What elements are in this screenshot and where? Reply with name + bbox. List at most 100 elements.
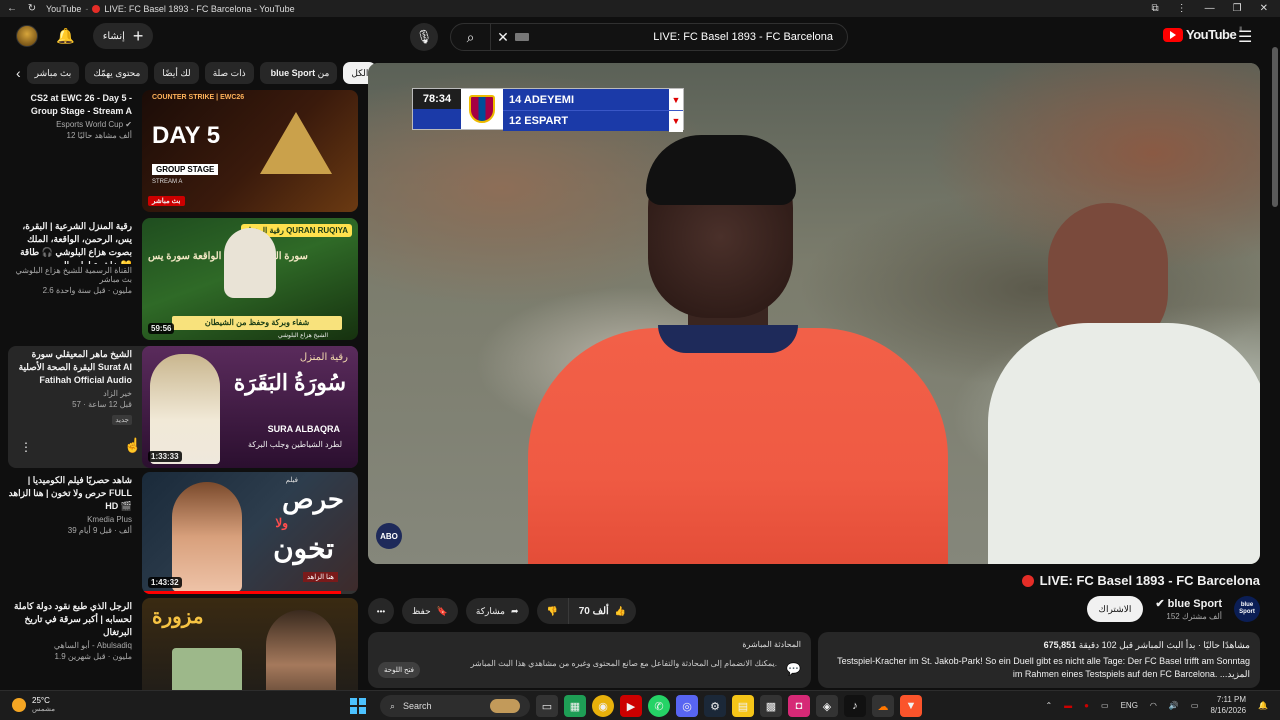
page-scrollbar[interactable] bbox=[1272, 47, 1278, 207]
account-avatar[interactable] bbox=[16, 25, 38, 47]
weather-widget[interactable]: 25°C مشمس bbox=[12, 696, 55, 713]
channel-row: الاشتراك ✔ blue Sport 152 ألف مشترك blue… bbox=[1086, 596, 1260, 622]
dislike-button[interactable]: 👎 bbox=[537, 598, 568, 624]
share-button[interactable]: مشاركة ➦ bbox=[465, 598, 529, 624]
youtube-header: 🔔 إنشاء + 🎙 ⌕ ✕ YouTube IL ☰ bbox=[0, 17, 1280, 57]
plus-icon: + bbox=[132, 26, 144, 46]
description-box[interactable]: 675,851 مشاهدًا حاليًا · بدأ البث المباش… bbox=[818, 632, 1260, 688]
restore-icon[interactable]: ❐ bbox=[1233, 3, 1242, 14]
substitution-in: 14 ADEYEMI bbox=[509, 93, 575, 106]
description-text: Testspiel-Kracher im St. Jakob-Park! So … bbox=[837, 656, 1250, 666]
create-button[interactable]: إنشاء + bbox=[92, 23, 154, 49]
list-item[interactable]: الشيخ ماهر المعيقلي سورة البقرة الصحة ال… bbox=[8, 346, 358, 468]
like-button[interactable]: 70 ألف 👍 bbox=[567, 598, 636, 624]
clear-search-icon[interactable]: ✕ bbox=[491, 29, 515, 46]
youtube-logo[interactable]: YouTube IL bbox=[1163, 27, 1244, 42]
chip-from-channel[interactable]: blue Sport من bbox=[259, 62, 338, 84]
task-view-icon[interactable]: ▭ bbox=[536, 695, 558, 717]
open-panel-button[interactable]: فتح اللوحة bbox=[378, 662, 421, 678]
video-title: CS2 at EWC 26 - Day 5 - Group Stage - St… bbox=[30, 93, 132, 116]
video-stats: 12 ألف مشاهد حاليًا bbox=[66, 131, 132, 140]
video-thumbnail[interactable]: مزورة bbox=[142, 598, 358, 690]
chrome-icon[interactable]: ◉ bbox=[592, 695, 614, 717]
chip-live[interactable]: بث مباشر bbox=[26, 62, 80, 84]
video-thumbnail[interactable]: رقية المنزل QURAN RUQIYA سورة الرحمن سور… bbox=[142, 218, 358, 340]
search-button[interactable]: ⌕ bbox=[451, 24, 491, 50]
chip-related[interactable]: ذات صلة bbox=[204, 62, 254, 84]
voice-search-button[interactable]: 🎙 bbox=[410, 23, 438, 51]
brave-icon[interactable]: ▼ bbox=[900, 695, 922, 717]
discord-icon[interactable]: ◎ bbox=[676, 695, 698, 717]
actress-portrait bbox=[172, 482, 242, 592]
soundcloud-icon[interactable]: ☁ bbox=[872, 695, 894, 717]
battery-icon[interactable]: ▭ bbox=[1191, 701, 1199, 710]
thumbs-down-icon: 👎 bbox=[546, 605, 558, 616]
notifications-bell-icon[interactable]: 🔔 bbox=[56, 27, 75, 45]
tab-brand: YouTube bbox=[46, 3, 82, 14]
save-button[interactable]: حفظ 🔖 bbox=[402, 598, 458, 624]
banknote-image bbox=[172, 648, 242, 690]
logo-text: YouTube bbox=[1186, 27, 1237, 42]
view-stats: 675,851 مشاهدًا حاليًا · بدأ البث المباش… bbox=[1043, 640, 1250, 650]
chevron-up-icon[interactable]: ⌃ bbox=[1045, 701, 1052, 710]
video-thumbnail[interactable]: فيلم حرص ولا تخون هنا الزاهد 1:43:32 bbox=[142, 472, 358, 594]
app-icon[interactable]: ▩ bbox=[760, 695, 782, 717]
video-title: شاهد حصريًا فيلم الكوميديا | حرص ولا تخو… bbox=[8, 475, 132, 511]
create-label: إنشاء bbox=[102, 30, 125, 42]
list-item[interactable]: CS2 at EWC 26 - Day 5 - Group Stage - St… bbox=[8, 90, 358, 212]
volume-icon[interactable]: 🔊 bbox=[1169, 701, 1179, 710]
network-icon[interactable]: ▭ bbox=[1101, 701, 1109, 710]
more-actions-button[interactable]: ••• bbox=[368, 598, 394, 624]
extensions-icon[interactable]: ⧉ bbox=[1152, 3, 1159, 14]
browser-tab[interactable]: YouTube - LIVE: FC Basel 1893 - FC Barce… bbox=[46, 4, 295, 14]
chips-scroll-left-icon[interactable]: ‹ bbox=[16, 65, 21, 81]
subscriber-count: 152 ألف مشترك bbox=[1166, 612, 1222, 621]
verified-icon: ✔ bbox=[125, 120, 132, 129]
channel-avatar[interactable]: blue Sport bbox=[1234, 596, 1260, 622]
list-item[interactable]: شاهد حصريًا فيلم الكوميديا | حرص ولا تخو… bbox=[8, 472, 358, 594]
minimize-icon[interactable]: — bbox=[1205, 3, 1215, 14]
list-item[interactable]: رقية المنزل الشرعية | البقرة، يس، الرحمن… bbox=[8, 218, 358, 340]
reload-icon[interactable]: ↻ bbox=[24, 3, 40, 14]
more-icon[interactable]: ⋮ bbox=[1177, 3, 1187, 14]
hamburger-menu-icon[interactable]: ☰ bbox=[1238, 27, 1252, 47]
video-thumbnail[interactable]: COUNTER STRIKE | EWC26 DAY 5 GROUP STAGE… bbox=[142, 90, 358, 212]
windows-start-icon[interactable] bbox=[350, 698, 366, 714]
chip-for-you[interactable]: لك أيضًا bbox=[154, 62, 199, 84]
youtube-app-icon[interactable]: ▶ bbox=[620, 695, 642, 717]
tiktok-icon[interactable]: ♪ bbox=[844, 695, 866, 717]
video-thumbnail[interactable]: رقية المنزل سُورَةُ البَقَرَة SURA ALBAQ… bbox=[142, 346, 358, 468]
language-indicator[interactable]: ENG bbox=[1121, 701, 1138, 710]
taskbar-search[interactable]: ⌕ Search bbox=[380, 695, 530, 717]
whatsapp-icon[interactable]: ✆ bbox=[648, 695, 670, 717]
notifications-icon[interactable]: 🔔 bbox=[1258, 701, 1268, 710]
steam-icon[interactable]: ⚙ bbox=[704, 695, 726, 717]
back-arrow-icon[interactable]: ← bbox=[4, 3, 20, 14]
chat-heading: المحادثة المباشرة bbox=[742, 640, 801, 649]
tray-icon[interactable]: ▬ bbox=[1064, 701, 1072, 710]
tray-icon[interactable]: ● bbox=[1084, 701, 1089, 710]
file-explorer-icon[interactable]: ▤ bbox=[732, 695, 754, 717]
video-player[interactable]: 78:34 14 ADEYEMI ▼ 12 ESPART ▼ ABO bbox=[368, 63, 1260, 564]
wifi-icon[interactable]: ◠ bbox=[1150, 701, 1157, 710]
mouse-cursor-icon: ☝ bbox=[124, 437, 142, 453]
video-actions: ••• حفظ 🔖 مشاركة ➦ 👎 70 ألف 👍 bbox=[368, 598, 637, 624]
match-clock: 78:34 bbox=[413, 89, 461, 109]
taskbar-clock[interactable]: 7:11 PM 8/16/2026 bbox=[1210, 694, 1246, 716]
keyboard-icon[interactable] bbox=[515, 33, 529, 41]
channel-name[interactable]: ✔ blue Sport bbox=[1155, 597, 1222, 610]
share-arrow-icon: ➦ bbox=[510, 605, 519, 616]
app-icon[interactable]: ◈ bbox=[816, 695, 838, 717]
verified-icon: ✔ bbox=[1155, 598, 1165, 610]
tab-title: LIVE: FC Basel 1893 - FC Barcelona - You… bbox=[104, 3, 295, 14]
close-icon[interactable]: ✕ bbox=[1260, 3, 1268, 14]
instagram-icon[interactable]: ◘ bbox=[788, 695, 810, 717]
chip-interesting[interactable]: محتوى يهمّك bbox=[85, 62, 149, 84]
search-box: ⌕ ✕ bbox=[450, 23, 848, 51]
subscribe-button[interactable]: الاشتراك bbox=[1086, 596, 1144, 622]
list-item[interactable]: الرجل الذي طبع نقود دولة كاملة لحسابه | … bbox=[8, 598, 358, 690]
man-portrait bbox=[266, 610, 336, 690]
search-input[interactable] bbox=[537, 31, 847, 43]
app-icon[interactable]: ▦ bbox=[564, 695, 586, 717]
kebab-menu-icon[interactable]: ⋮ bbox=[20, 440, 32, 454]
